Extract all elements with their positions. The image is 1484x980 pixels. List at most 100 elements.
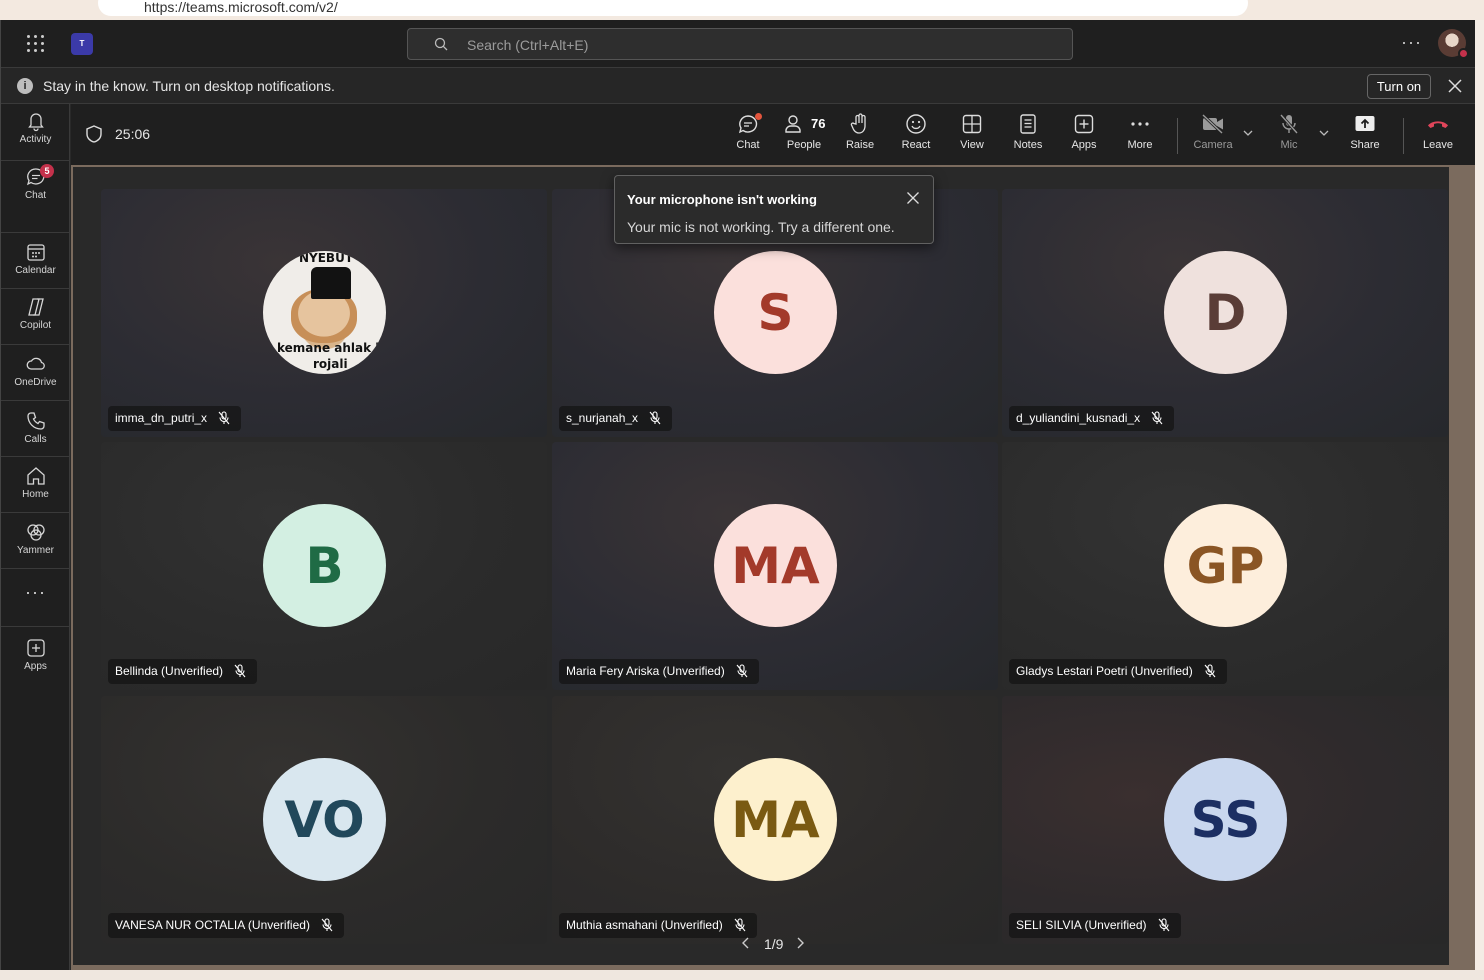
rail-divider — [1, 232, 70, 233]
cloud-icon — [26, 357, 45, 370]
people-button[interactable]: 76 People — [777, 112, 831, 160]
settings-more-icon[interactable]: ··· — [1401, 32, 1422, 53]
rail-item-yammer[interactable]: Yammer — [1, 515, 70, 571]
rail-divider — [1, 626, 70, 627]
toast-title: Your microphone isn't working — [627, 192, 817, 207]
rail-item-calendar[interactable]: Calendar — [1, 235, 70, 291]
view-button[interactable]: View — [945, 112, 999, 160]
participant-name: Maria Fery Ariska (Unverified) — [566, 664, 725, 678]
camera-options-chevron-icon[interactable] — [1243, 128, 1253, 138]
participant-tile[interactable]: VO VANESA NUR OCTALIA (Unverified) — [101, 696, 547, 944]
view-label: View — [960, 139, 984, 151]
chat-button[interactable]: Chat — [721, 112, 775, 160]
search-icon — [434, 37, 448, 51]
participant-tile[interactable]: D d_yuliandini_kusnadi_x — [1002, 189, 1448, 437]
rail-more-icon[interactable]: ··· — [1, 582, 70, 612]
shield-icon[interactable] — [86, 125, 102, 143]
react-label: React — [901, 139, 931, 151]
rail-item-calls[interactable]: Calls — [1, 404, 70, 460]
teams-logo: T — [71, 33, 93, 55]
rail-label: Activity — [19, 134, 52, 145]
rail-item-apps[interactable]: Apps — [1, 631, 70, 687]
mic-off-icon — [218, 411, 230, 425]
close-icon[interactable] — [1447, 78, 1463, 94]
people-icon — [785, 115, 801, 133]
participant-photo: NYEBUT kemane ahlak lu rojali — [263, 251, 386, 374]
address-bar[interactable]: https://teams.microsoft.com/v2/ — [98, 0, 1248, 16]
profile-avatar[interactable] — [1438, 29, 1469, 59]
page-indicator: 1/9 — [764, 936, 784, 952]
participant-name: d_yuliandini_kusnadi_x — [1016, 411, 1141, 425]
mic-off-icon — [234, 664, 246, 678]
participant-name-label: d_yuliandini_kusnadi_x — [1009, 406, 1175, 431]
leave-button[interactable]: Leave — [1411, 112, 1465, 160]
rail-item-home[interactable]: Home — [1, 459, 70, 515]
more-actions-button[interactable]: More — [1113, 112, 1167, 160]
search-input[interactable]: Search (Ctrl+Alt+E) — [407, 28, 1073, 60]
rail-label: OneDrive — [14, 377, 57, 388]
browser-edge — [1474, 20, 1484, 970]
chevron-right-icon[interactable] — [794, 936, 806, 950]
rail-label: Yammer — [16, 545, 55, 556]
camera-label: Camera — [1193, 139, 1233, 151]
rail-item-copilot[interactable]: Copilot — [1, 290, 70, 346]
gallery-pager: 1/9 — [740, 934, 810, 954]
participant-tile[interactable]: B Bellinda (Unverified) — [101, 442, 547, 690]
photo-caption: kemane ahlak lu — [277, 341, 386, 355]
participant-name-label: Bellinda (Unverified) — [108, 659, 258, 684]
chevron-left-icon[interactable] — [740, 936, 752, 950]
rail-item-activity[interactable]: Activity — [1, 104, 70, 160]
participant-avatar: D — [1164, 251, 1287, 374]
toolbar-divider — [1177, 118, 1178, 154]
info-icon: i — [17, 78, 33, 94]
apps-button[interactable]: Apps — [1057, 112, 1111, 160]
hand-icon — [850, 113, 866, 134]
participant-tile[interactable]: SS SELI SILVIA (Unverified) — [1002, 696, 1448, 944]
rail-divider — [1, 344, 70, 345]
share-button[interactable]: Share — [1338, 112, 1392, 160]
mic-off-icon — [734, 918, 746, 932]
participant-name-label: Maria Fery Ariska (Unverified) — [559, 659, 759, 684]
meeting-controls: 25:06 Chat 76 People Raise React View No… — [71, 104, 1475, 165]
video-grid: NYEBUT kemane ahlak lu rojali imma_dn_pu… — [73, 167, 1449, 965]
raise-hand-button[interactable]: Raise — [833, 112, 887, 160]
app-launcher-icon[interactable] — [27, 35, 44, 52]
rail-divider — [1, 512, 70, 513]
turn-on-button[interactable]: Turn on — [1367, 74, 1431, 99]
participant-tile[interactable]: GP Gladys Lestari Poetri (Unverified) — [1002, 442, 1448, 690]
mic-off-icon — [649, 411, 661, 425]
people-count: 76 — [811, 116, 826, 131]
participant-tile[interactable]: MA Muthia asmahani (Unverified) — [552, 696, 998, 944]
camera-button[interactable]: Camera — [1186, 112, 1240, 160]
rail-item-chat[interactable]: 5 Chat — [1, 160, 70, 216]
share-label: Share — [1350, 139, 1380, 151]
app-header: T Search (Ctrl+Alt+E) ··· — [1, 20, 1475, 67]
participant-name: Muthia asmahani (Unverified) — [566, 918, 723, 932]
raise-hand-label: Raise — [845, 139, 875, 151]
react-button[interactable]: React — [889, 112, 943, 160]
notification-text: Stay in the know. Turn on desktop notifi… — [43, 78, 335, 94]
phone-icon — [26, 412, 45, 430]
participant-avatar: SS — [1164, 758, 1287, 881]
rail-divider — [1, 288, 70, 289]
notes-button[interactable]: Notes — [1001, 112, 1055, 160]
participant-tile[interactable]: MA Maria Fery Ariska (Unverified) — [552, 442, 998, 690]
fez-hat-image — [311, 267, 351, 299]
participant-tile[interactable]: NYEBUT kemane ahlak lu rojali imma_dn_pu… — [101, 189, 547, 437]
unread-badge: 5 — [40, 164, 54, 178]
mic-options-chevron-icon[interactable] — [1319, 128, 1329, 138]
toolbar-divider — [1403, 118, 1404, 154]
participant-avatar: GP — [1164, 504, 1287, 627]
photo-caption: NYEBUT — [299, 251, 354, 265]
chat-button-label: Chat — [736, 139, 760, 151]
search-placeholder: Search (Ctrl+Alt+E) — [467, 37, 589, 53]
rail-item-onedrive[interactable]: OneDrive — [1, 347, 70, 403]
rail-label: Calendar — [15, 265, 56, 276]
mic-button[interactable]: Mic — [1262, 112, 1316, 160]
meeting-timer: 25:06 — [115, 126, 151, 142]
emoji-icon — [906, 114, 926, 134]
close-icon[interactable] — [906, 191, 920, 205]
share-screen-icon — [1355, 116, 1375, 131]
teams-app: T Search (Ctrl+Alt+E) ··· i Stay in the … — [0, 20, 1475, 970]
participant-name: VANESA NUR OCTALIA (Unverified) — [115, 918, 310, 932]
